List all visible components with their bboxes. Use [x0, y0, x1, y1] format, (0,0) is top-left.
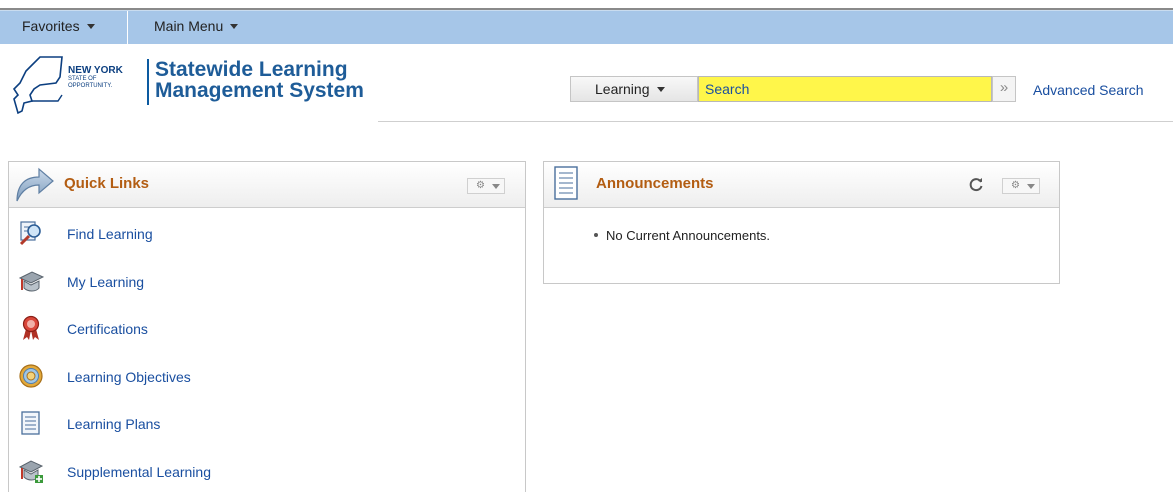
- logo-state-tagline: STATE OF OPPORTUNITY.: [68, 76, 148, 90]
- graduation-cap-icon: [18, 271, 44, 292]
- target-icon: [19, 364, 43, 388]
- logo-divider: [147, 59, 149, 105]
- gear-icon: ⚙: [1011, 180, 1020, 191]
- search-category-select[interactable]: Learning: [570, 76, 698, 102]
- quick-link-label: Certifications: [67, 321, 148, 337]
- quick-link-label: Find Learning: [67, 226, 153, 242]
- quick-link-find-learning[interactable]: Find Learning: [9, 214, 525, 254]
- main-menu-label: Main Menu: [154, 18, 224, 34]
- refresh-icon[interactable]: [968, 176, 984, 192]
- main-menu[interactable]: Main Menu: [129, 11, 239, 45]
- quick-links-header: Quick Links ⚙: [9, 162, 525, 208]
- quick-link-label: Supplemental Learning: [67, 464, 211, 480]
- quick-link-label: My Learning: [67, 274, 145, 290]
- search-input[interactable]: [698, 76, 992, 102]
- header-divider: [378, 121, 1173, 122]
- graduation-cap-add-icon: [18, 460, 44, 483]
- quick-link-label: Learning Objectives: [67, 369, 191, 385]
- double-chevron-right-icon: »: [999, 79, 1009, 96]
- quick-links-pagelet: Quick Links ⚙ Find Learning My Learning …: [8, 161, 526, 492]
- favorites-label: Favorites: [22, 18, 80, 34]
- logo-title: Statewide Learning Management System: [155, 59, 364, 101]
- logo-state-name: NEW YORK: [68, 65, 123, 76]
- chevron-down-icon: [86, 24, 95, 29]
- logo-title-line2: Management System: [155, 79, 364, 102]
- quick-link-supplemental-learning[interactable]: Supplemental Learning: [9, 452, 525, 492]
- advanced-search-link[interactable]: Advanced Search: [1033, 82, 1144, 98]
- announcements-options-button[interactable]: ⚙: [1002, 178, 1040, 194]
- quick-link-my-learning[interactable]: My Learning: [9, 262, 525, 302]
- quick-link-learning-plans[interactable]: Learning Plans: [9, 404, 525, 444]
- announcement-item: No Current Announcements.: [594, 228, 770, 243]
- find-learning-icon: [19, 221, 41, 246]
- logo-tagline-line2: OPPORTUNITY.: [68, 83, 113, 89]
- quick-link-certifications[interactable]: Certifications: [9, 309, 525, 349]
- announcements-header: Announcements ⚙: [544, 162, 1059, 208]
- chevron-down-icon: [656, 87, 665, 92]
- search-category-label: Learning: [595, 81, 650, 97]
- site-logo[interactable]: NEW YORK STATE OF OPPORTUNITY. Statewide…: [10, 55, 390, 121]
- award-ribbon-icon: [22, 315, 40, 340]
- chevron-down-icon: [230, 24, 239, 29]
- announcement-text: No Current Announcements.: [606, 228, 771, 243]
- share-arrow-icon: [16, 167, 54, 202]
- gear-icon: ⚙: [476, 180, 485, 191]
- logo-title-line1: Statewide Learning: [155, 58, 348, 81]
- quick-link-learning-objectives[interactable]: Learning Objectives: [9, 357, 525, 397]
- announcements-title: Announcements: [596, 175, 714, 192]
- announcement-list-icon: [554, 166, 578, 200]
- chevron-down-icon: [492, 184, 500, 189]
- announcements-pagelet: Announcements ⚙ No Current Announcements…: [543, 161, 1060, 284]
- quick-links-options-button[interactable]: ⚙: [467, 178, 505, 194]
- favorites-menu[interactable]: Favorites: [0, 11, 128, 45]
- search-go-button[interactable]: »: [992, 76, 1016, 102]
- quick-links-title: Quick Links: [64, 175, 150, 192]
- bullet-icon: [594, 233, 598, 237]
- logo-tagline-line1: STATE OF: [68, 76, 97, 82]
- menu-bar: Favorites Main Menu: [0, 10, 1173, 45]
- chevron-down-icon: [1027, 184, 1035, 189]
- quick-link-label: Learning Plans: [67, 416, 161, 432]
- new-york-state-outline-icon: [12, 56, 63, 115]
- checklist-icon: [21, 411, 40, 435]
